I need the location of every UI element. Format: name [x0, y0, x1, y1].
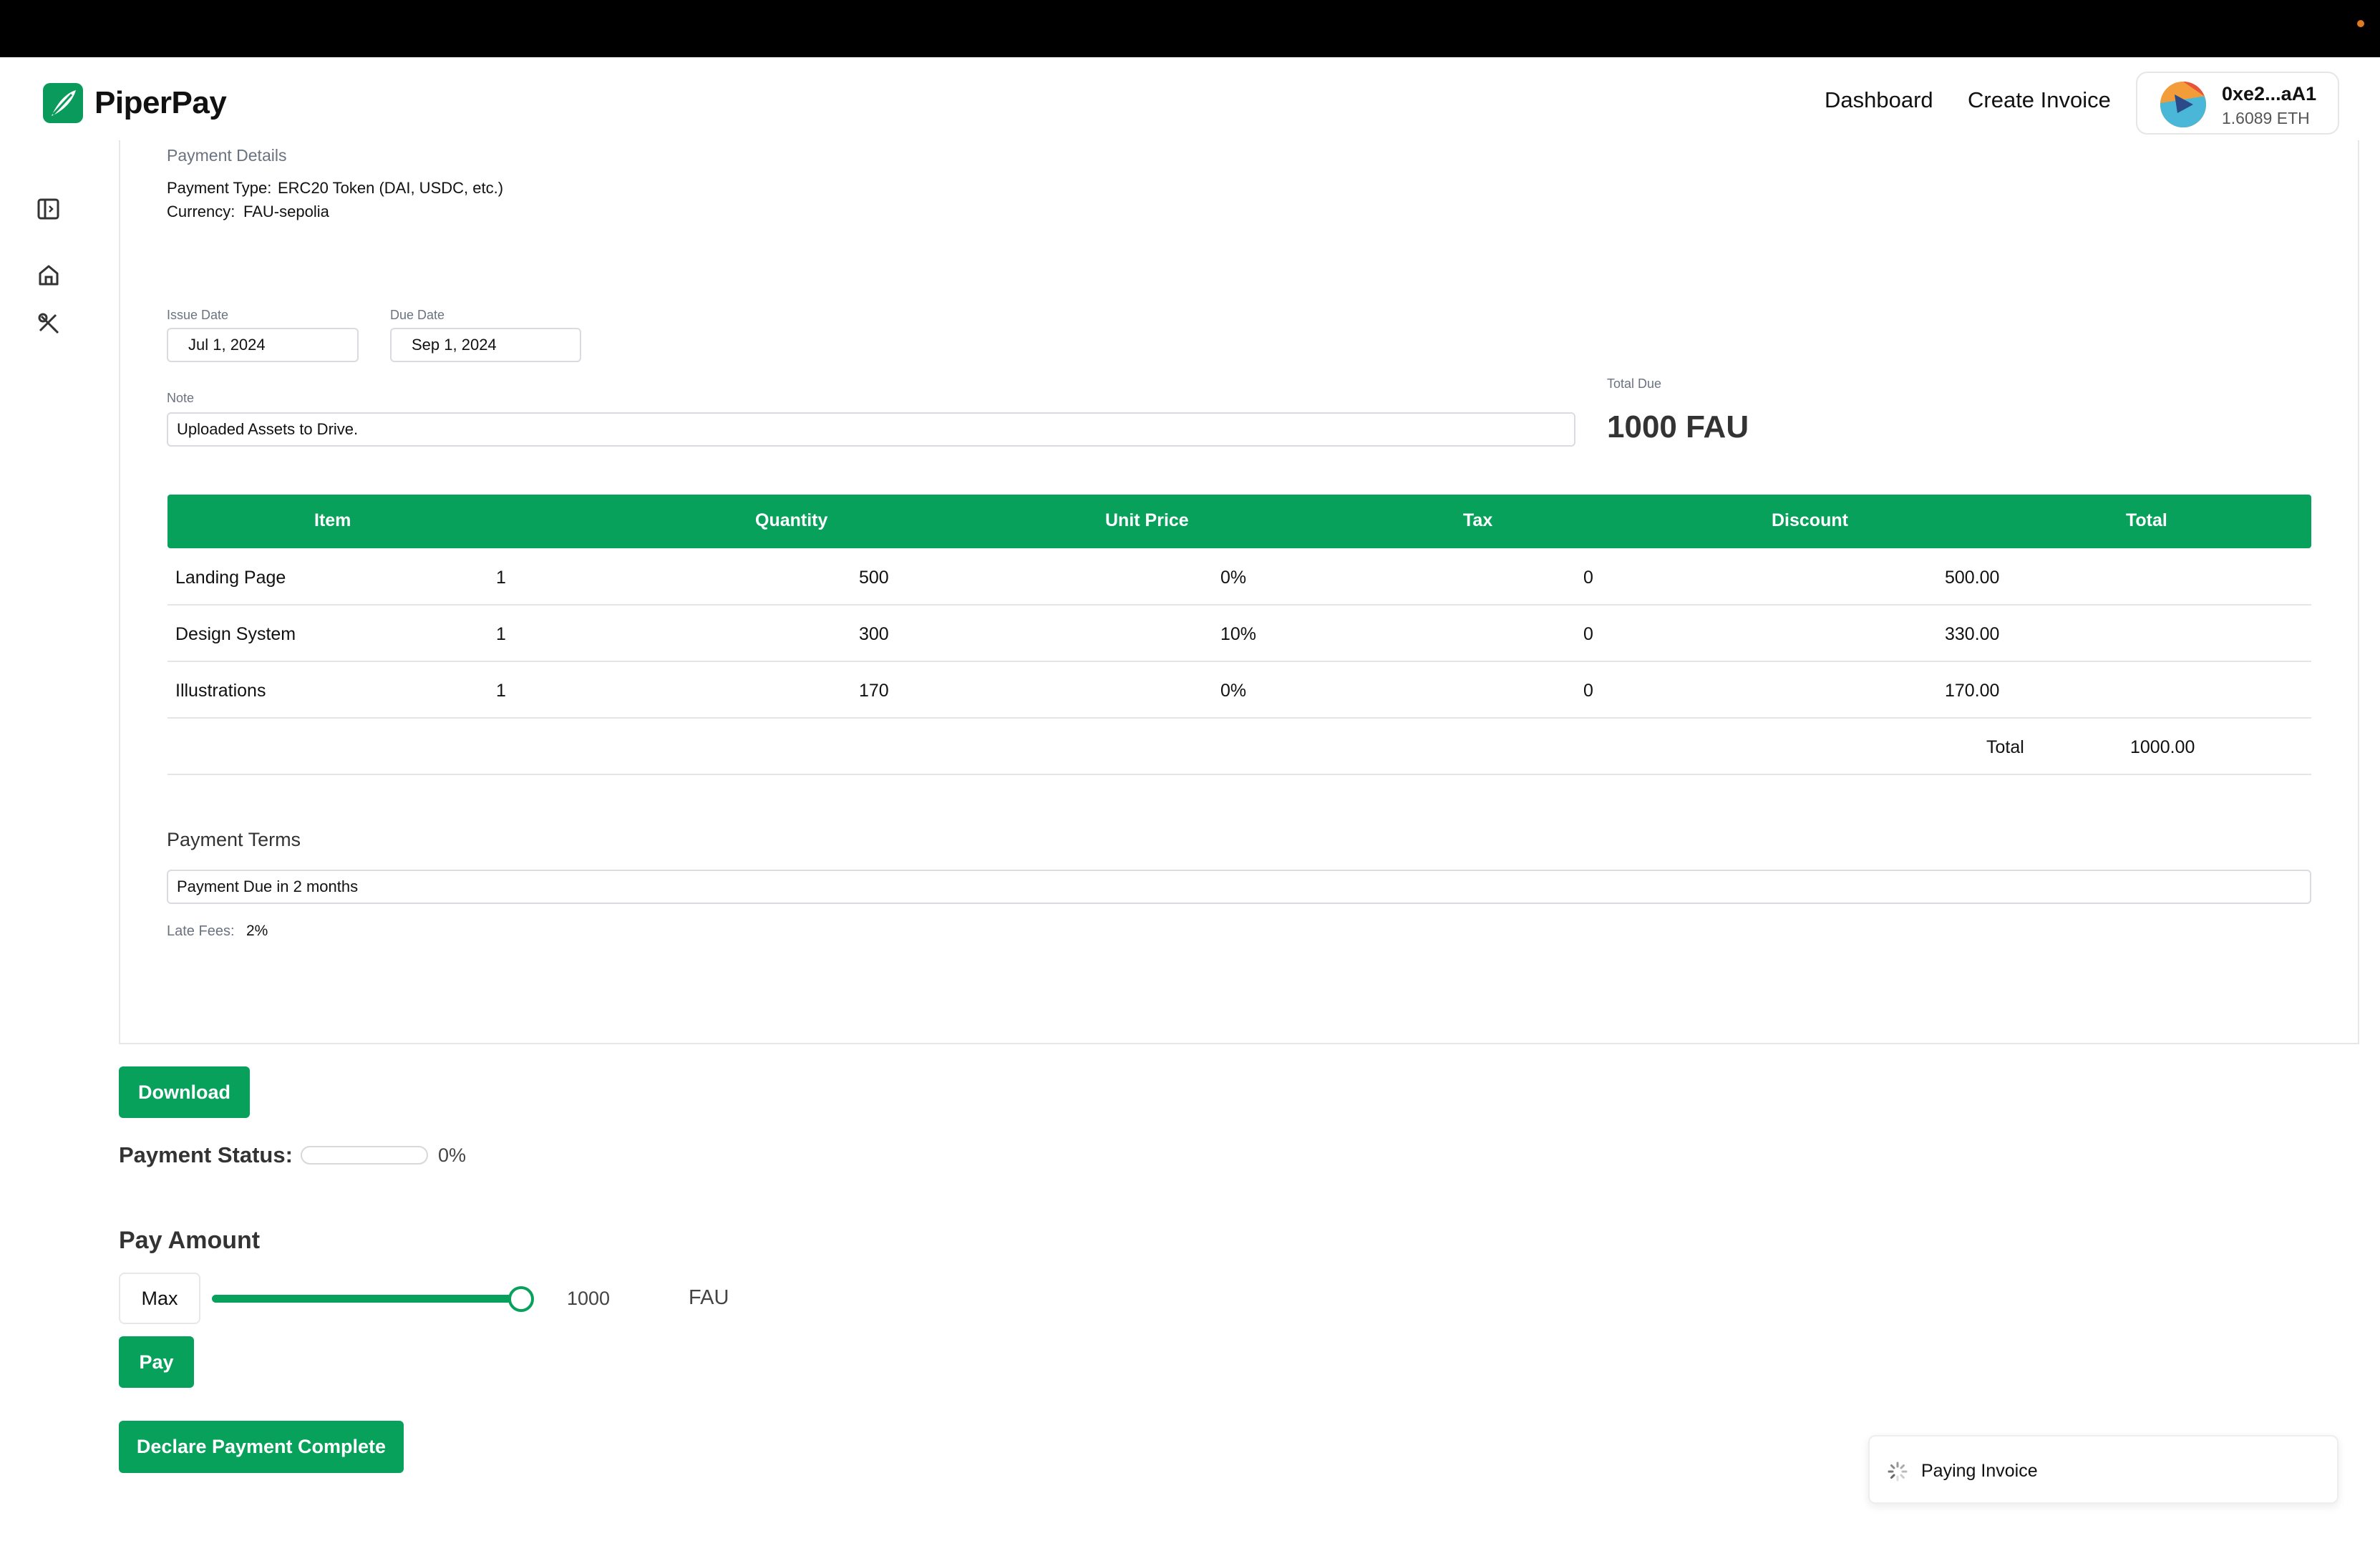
payment-terms-field[interactable]: Payment Due in 2 months — [167, 870, 2311, 904]
table-total-value: 1000.00 — [2130, 737, 2195, 757]
header-item: Item — [314, 510, 351, 530]
payment-details-title: Payment Details — [167, 146, 287, 165]
cell-tax: 0% — [1220, 681, 1247, 701]
cell-tax: 10% — [1220, 624, 1257, 644]
download-button[interactable]: Download — [119, 1066, 250, 1118]
wallet-address: 0xe2...aA1 — [2222, 83, 2317, 104]
cell-quantity: 1 — [496, 624, 506, 644]
header-quantity: Quantity — [755, 510, 828, 530]
late-fees-label: Late Fees: — [167, 923, 235, 939]
cell-unit-price: 170 — [859, 681, 889, 701]
total-due-label: Total Due — [1607, 376, 1662, 391]
os-top-bar — [0, 0, 2380, 57]
toast-message: Paying Invoice — [1921, 1461, 2038, 1481]
piperpay-logo-icon — [43, 83, 83, 123]
cell-item: Illustrations — [175, 681, 266, 701]
toast-notification: Paying Invoice — [1868, 1435, 2338, 1504]
table-row: Illustrations 1 170 0% 0 170.00 — [167, 662, 2311, 719]
due-date-label: Due Date — [390, 308, 445, 322]
home-icon[interactable] — [34, 261, 63, 289]
total-due-value: 1000 FAU — [1607, 409, 1749, 444]
cell-total: 170.00 — [1945, 681, 2000, 701]
cell-unit-price: 500 — [859, 568, 889, 588]
wallet-avatar — [2160, 82, 2206, 127]
declare-payment-complete-button[interactable]: Declare Payment Complete — [119, 1421, 404, 1473]
late-fees-value: 2% — [246, 923, 268, 939]
loading-spinner-icon — [1888, 1462, 1908, 1482]
pay-button[interactable]: Pay — [119, 1336, 194, 1388]
header-unit-price: Unit Price — [1105, 510, 1189, 530]
note-field[interactable]: Uploaded Assets to Drive. — [167, 412, 1575, 447]
cell-tax: 0% — [1220, 568, 1247, 588]
currency-label: Currency: — [167, 203, 235, 220]
table-row: Design System 1 300 10% 0 330.00 — [167, 606, 2311, 662]
header-total: Total — [2126, 510, 2167, 530]
wallet-balance: 1.6089 ETH — [2222, 109, 2310, 127]
issue-date-label: Issue Date — [167, 308, 229, 322]
header-tax: Tax — [1463, 510, 1493, 530]
nav-dashboard-link[interactable]: Dashboard — [1825, 87, 1933, 113]
cell-quantity: 1 — [496, 568, 506, 588]
cell-unit-price: 300 — [859, 624, 889, 644]
table-total-label: Total — [1986, 737, 2024, 757]
payment-progress-bar — [301, 1146, 428, 1165]
app-logo[interactable]: PiperPay — [43, 83, 227, 123]
table-row: Landing Page 1 500 0% 0 500.00 — [167, 549, 2311, 606]
cell-discount: 0 — [1583, 568, 1593, 588]
cell-total: 500.00 — [1945, 568, 2000, 588]
slider-fill — [212, 1295, 521, 1303]
pay-amount-title: Pay Amount — [119, 1227, 261, 1254]
slider-thumb[interactable] — [508, 1286, 534, 1312]
pay-amount-value: 1000 — [567, 1288, 611, 1309]
cell-quantity: 1 — [496, 681, 506, 701]
cell-discount: 0 — [1583, 624, 1593, 644]
app-header: PiperPay Dashboard Create Invoice 0xe2..… — [0, 57, 2380, 147]
cell-item: Landing Page — [175, 568, 286, 588]
header-discount: Discount — [1772, 510, 1848, 530]
app-name: PiperPay — [94, 85, 227, 120]
wallet-button[interactable]: 0xe2...aA1 1.6089 ETH — [2136, 72, 2339, 135]
issue-date-field[interactable]: Jul 1, 2024 — [167, 328, 359, 362]
cell-discount: 0 — [1583, 681, 1593, 701]
due-date-field[interactable]: Sep 1, 2024 — [390, 328, 581, 362]
payment-status-percent: 0% — [438, 1144, 467, 1166]
payment-terms-title: Payment Terms — [167, 829, 301, 850]
pay-currency: FAU — [689, 1286, 729, 1309]
table-total-row: Total 1000.00 — [167, 719, 2311, 775]
max-button[interactable]: Max — [119, 1273, 200, 1324]
sidebar-toggle-icon[interactable] — [34, 195, 63, 223]
cell-item: Design System — [175, 624, 296, 644]
payment-status-label: Payment Status: — [119, 1142, 293, 1167]
note-label: Note — [167, 391, 195, 405]
nav-create-invoice-link[interactable]: Create Invoice — [1968, 87, 2111, 113]
currency-value: FAU-sepolia — [243, 203, 329, 220]
tools-icon[interactable] — [34, 309, 63, 338]
pay-amount-slider[interactable] — [212, 1286, 534, 1312]
payment-type-label: Payment Type: — [167, 179, 272, 197]
recording-indicator — [2357, 20, 2364, 27]
payment-type-value: ERC20 Token (DAI, USDC, etc.) — [278, 179, 504, 197]
cell-total: 330.00 — [1945, 624, 2000, 644]
items-table-header: Item Quantity Unit Price Tax Discount To… — [167, 495, 2311, 548]
